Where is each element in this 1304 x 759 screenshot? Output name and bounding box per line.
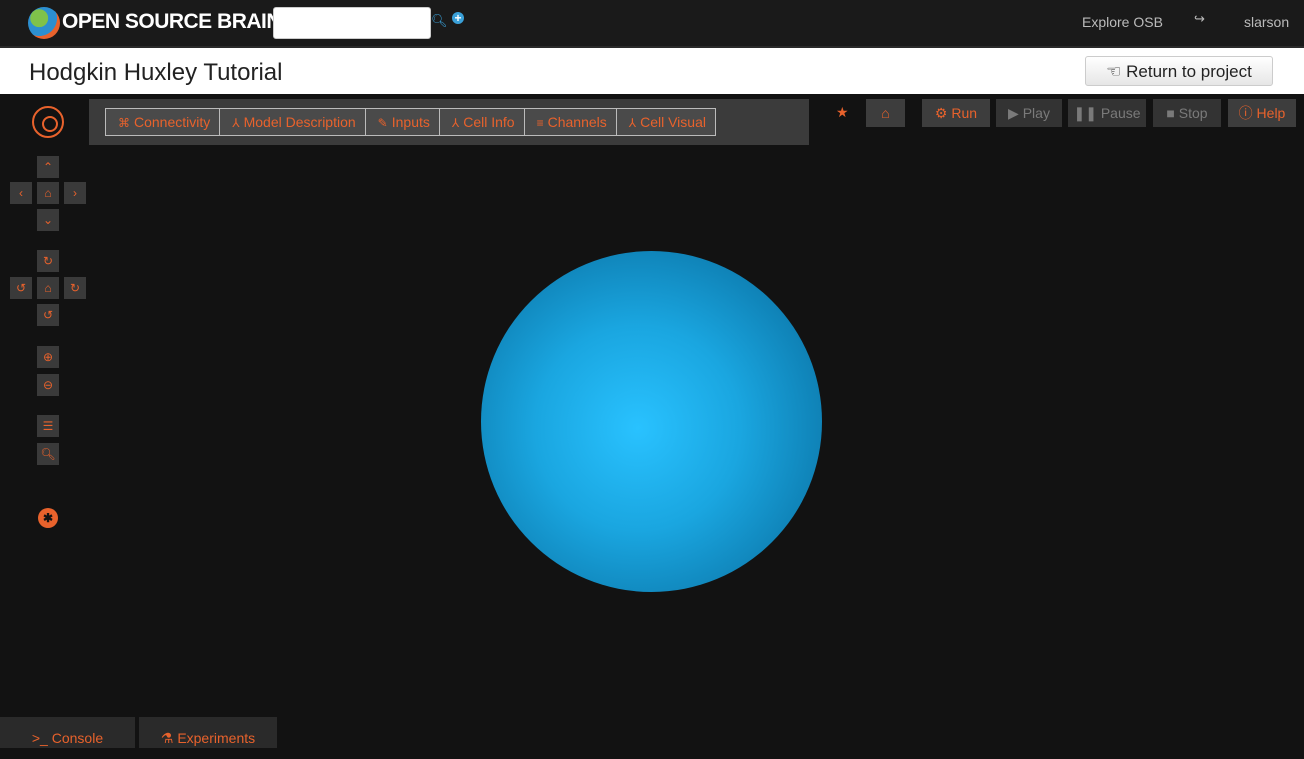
pan-home-icon[interactable]: ⌂ xyxy=(37,182,59,204)
experiments-label: Experiments xyxy=(177,730,256,746)
list-icon[interactable]: ☰ xyxy=(37,415,59,437)
tab-label: Cell Visual xyxy=(640,114,706,130)
gears-icon: ⚙ xyxy=(934,105,948,121)
hand-pointer-icon: ☜ xyxy=(1106,62,1122,81)
pan-right-icon[interactable]: › xyxy=(64,182,86,204)
neuron-icon: ⅄ xyxy=(451,116,460,130)
home-icon: ⌂ xyxy=(881,105,890,121)
tab-cell-info[interactable]: ⅄ Cell Info xyxy=(440,109,525,135)
sign-out-icon[interactable]: ↪ xyxy=(1194,11,1205,27)
tab-cell-visual[interactable]: ⅄ Cell Visual xyxy=(617,109,715,135)
github-icon[interactable]: ✱ xyxy=(38,508,58,528)
console-label: Console xyxy=(51,730,104,746)
channel-icon: ≡ xyxy=(536,116,544,130)
experiments-tab[interactable]: ⚗ Experiments xyxy=(139,717,277,748)
return-label: Return to project xyxy=(1126,62,1252,81)
user-menu[interactable]: slarson xyxy=(1244,14,1289,30)
search-input[interactable] xyxy=(273,7,431,39)
rotate-home-icon[interactable]: ⌂ xyxy=(37,277,59,299)
pencil-icon: ✎ xyxy=(377,116,388,130)
search-icon[interactable]: 🔍︎ xyxy=(431,13,448,29)
tab-label: Cell Info xyxy=(463,114,515,130)
flask-icon: ⚗ xyxy=(160,730,174,746)
terminal-icon: >_ xyxy=(31,730,48,746)
rotate-down-icon[interactable]: ↺ xyxy=(37,304,59,326)
rotate-up-icon[interactable]: ↻ xyxy=(37,250,59,272)
pause-icon: ❚❚ xyxy=(1073,105,1097,121)
star-icon[interactable]: ★ xyxy=(836,104,849,121)
tab-inputs[interactable]: ✎ Inputs xyxy=(366,109,440,135)
tab-label: Channels xyxy=(547,114,607,130)
search-icon[interactable]: 🔍︎ xyxy=(37,443,59,465)
tab-connectivity[interactable]: ⌘ Connectivity xyxy=(106,109,221,135)
return-to-project-button[interactable]: ☜ Return to project xyxy=(1085,56,1273,86)
stop-button[interactable]: ■ Stop xyxy=(1153,99,1221,127)
home-button[interactable]: ⌂ xyxy=(866,99,905,127)
tab-group: ⌘ Connectivity ⅄ Model Description ✎ Inputs… xyxy=(105,108,716,136)
tab-model-description[interactable]: ⅄ Model Description xyxy=(220,109,366,135)
top-navbar: OPEN SOURCE BRAIN 🔍︎ + Explore OSB ↪ sla… xyxy=(0,0,1304,48)
network-icon: ⌘ xyxy=(118,116,130,130)
info-icon: ⓘ xyxy=(1238,105,1253,121)
zoom-in-icon[interactable]: ⊕ xyxy=(37,346,59,368)
pan-up-icon[interactable]: ⌃ xyxy=(37,156,59,178)
tab-channels[interactable]: ≡ Channels xyxy=(525,109,617,135)
neuron-icon: ⅄ xyxy=(232,116,240,130)
neuron-icon: ⅄ xyxy=(628,116,637,130)
brand-name[interactable]: OPEN SOURCE BRAIN xyxy=(62,10,282,34)
pan-left-icon[interactable]: ‹ xyxy=(10,182,32,204)
osb-logo-icon[interactable] xyxy=(28,7,60,39)
rotate-left-icon[interactable]: ↺ xyxy=(10,277,32,299)
geppetto-logo-icon xyxy=(32,106,64,138)
pause-button[interactable]: ❚❚ Pause xyxy=(1068,99,1146,127)
add-icon[interactable]: + xyxy=(452,12,464,24)
pause-label: Pause xyxy=(1100,105,1141,121)
pan-down-icon[interactable]: ⌄ xyxy=(37,209,59,231)
run-label: Run xyxy=(951,105,978,121)
help-label: Help xyxy=(1256,105,1286,121)
tab-label: Model Description xyxy=(243,114,356,130)
page-title: Hodgkin Huxley Tutorial xyxy=(29,59,283,86)
play-icon: ▶ xyxy=(1008,105,1019,121)
run-button[interactable]: ⚙ Run xyxy=(922,99,990,127)
help-button[interactable]: ⓘ Help xyxy=(1228,99,1296,127)
title-bar: Hodgkin Huxley Tutorial ☜ Return to proj… xyxy=(0,48,1304,94)
console-tab[interactable]: >_ Console xyxy=(0,717,135,748)
stop-icon: ■ xyxy=(1166,105,1175,121)
stop-label: Stop xyxy=(1178,105,1208,121)
zoom-out-icon[interactable]: ⊖ xyxy=(37,374,59,396)
tab-label: Inputs xyxy=(391,114,430,130)
tab-label: Connectivity xyxy=(134,114,211,130)
play-label: Play xyxy=(1022,105,1050,121)
play-button[interactable]: ▶ Play xyxy=(996,99,1062,127)
explore-osb-link[interactable]: Explore OSB xyxy=(1082,14,1163,30)
cell-sphere[interactable] xyxy=(481,251,822,592)
rotate-right-icon[interactable]: ↻ xyxy=(64,277,86,299)
